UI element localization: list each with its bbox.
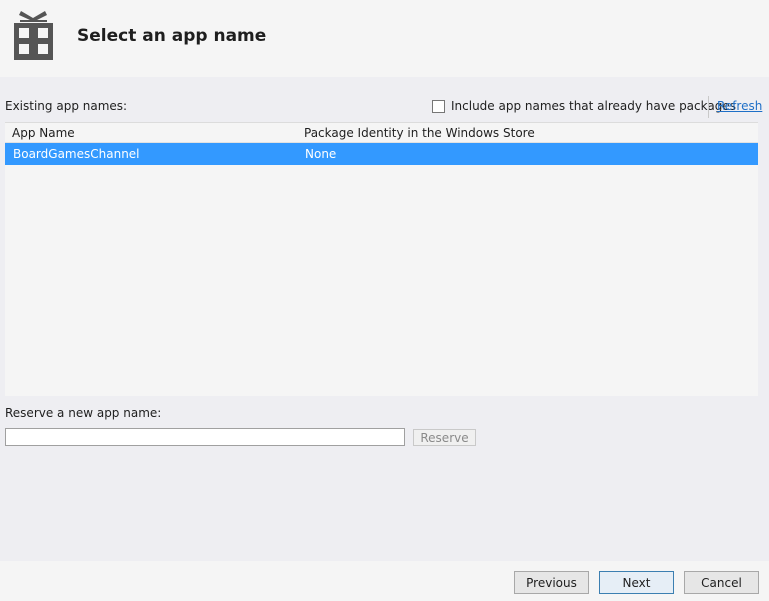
- app-names-list[interactable]: App Name Package Identity in the Windows…: [5, 122, 758, 396]
- list-header: App Name Package Identity in the Windows…: [5, 123, 758, 143]
- select-app-name-dialog: Select an app name Existing app names: I…: [0, 0, 769, 601]
- include-packaged-names-label: Include app names that already have pack…: [451, 99, 736, 113]
- dialog-header: Select an app name: [0, 0, 769, 77]
- reserve-name-input[interactable]: [5, 428, 405, 446]
- cell-app-name: BoardGamesChannel: [13, 147, 140, 161]
- table-row[interactable]: BoardGamesChannel None: [5, 143, 758, 165]
- include-packaged-names-checkbox[interactable]: [432, 99, 445, 113]
- cancel-button[interactable]: Cancel: [684, 571, 759, 594]
- reserve-button[interactable]: Reserve: [413, 429, 476, 446]
- page-title: Select an app name: [77, 26, 267, 46]
- column-header-app-name[interactable]: App Name: [12, 126, 75, 140]
- cell-package-identity: None: [305, 147, 337, 161]
- reserve-name-label: Reserve a new app name:: [5, 406, 162, 420]
- dialog-footer: Previous Next Cancel: [0, 561, 769, 601]
- column-header-package-identity[interactable]: Package Identity in the Windows Store: [304, 126, 535, 140]
- refresh-link[interactable]: Refresh: [717, 99, 762, 113]
- gift-box-icon: [14, 11, 53, 60]
- include-packaged-names-toggle[interactable]: Include app names that already have pack…: [432, 97, 736, 115]
- existing-app-names-label: Existing app names:: [5, 99, 128, 113]
- toolbar-divider: [708, 96, 709, 118]
- previous-button[interactable]: Previous: [514, 571, 589, 594]
- next-button[interactable]: Next: [599, 571, 674, 594]
